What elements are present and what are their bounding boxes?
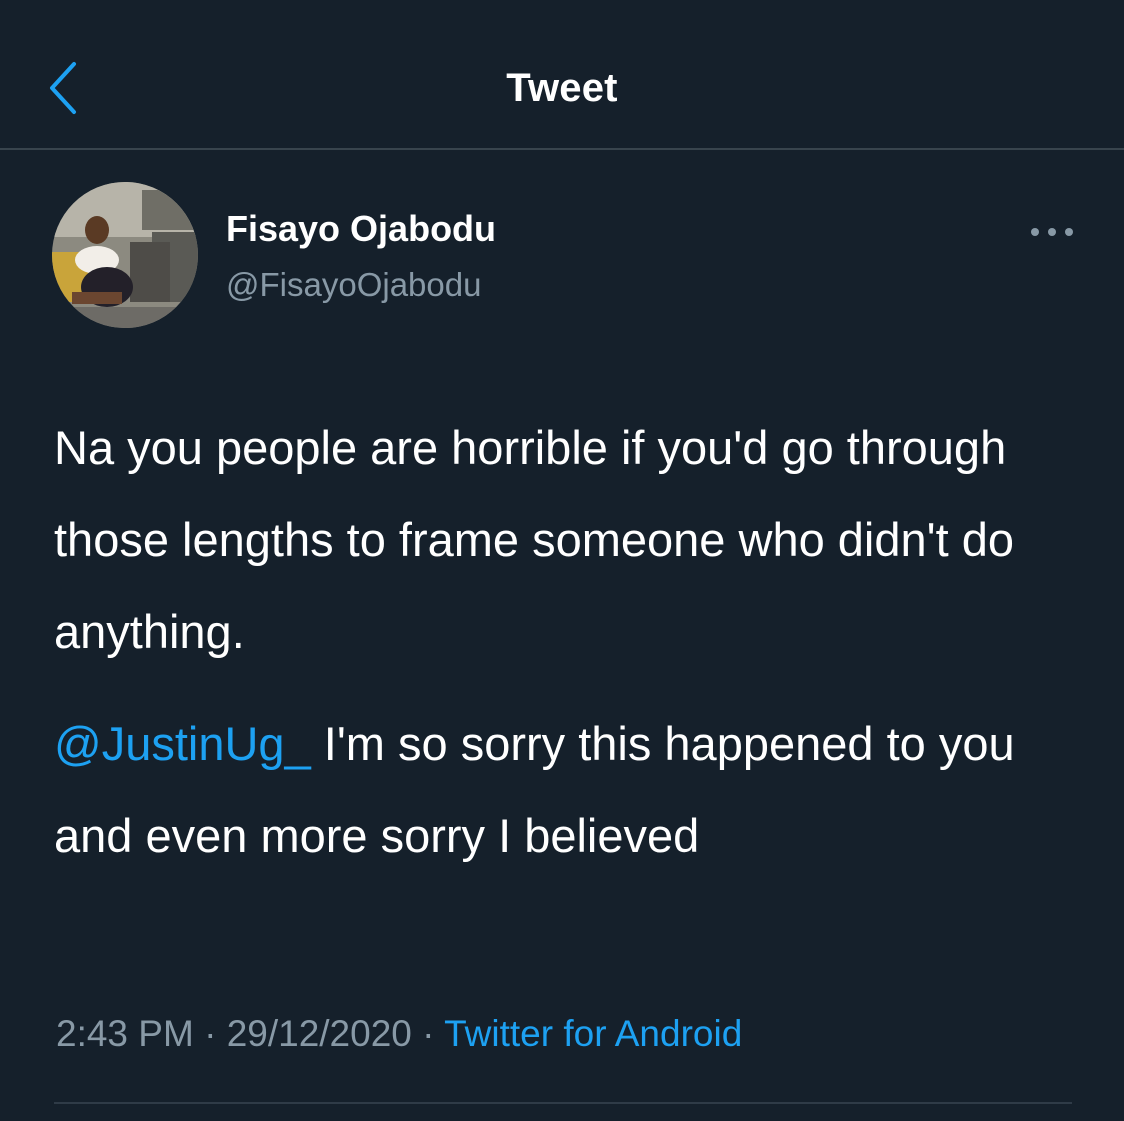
author-display-name[interactable]: Fisayo Ojabodu <box>226 208 496 250</box>
top-bar: Tweet <box>0 0 1124 150</box>
divider <box>54 1102 1072 1104</box>
tweet-paragraph-2: @JustinUg_ I'm so sorry this happened to… <box>54 698 1084 882</box>
avatar[interactable] <box>52 182 198 328</box>
meta-separator-1: · <box>193 1013 227 1054</box>
author-handle[interactable]: @FisayoOjabodu <box>226 266 481 304</box>
tweet-time: 2:43 PM <box>56 1013 194 1054</box>
tweet-source-link[interactable]: Twitter for Android <box>444 1013 742 1054</box>
tweet-meta: 2:43 PM · 29/12/2020 · Twitter for Andro… <box>56 1013 742 1055</box>
mention-link[interactable]: @JustinUg_ <box>54 717 311 770</box>
tweet-date: 29/12/2020 <box>226 1013 412 1054</box>
meta-separator-2: · <box>411 1013 445 1054</box>
profile-photo <box>52 182 198 328</box>
page-title: Tweet <box>506 66 618 110</box>
tweet-body: Na you people are horrible if you'd go t… <box>54 402 1084 902</box>
more-options-button[interactable] <box>1028 222 1076 242</box>
more-dots-icon <box>1031 228 1073 236</box>
tweet-paragraph-1: Na you people are horrible if you'd go t… <box>54 421 1015 658</box>
